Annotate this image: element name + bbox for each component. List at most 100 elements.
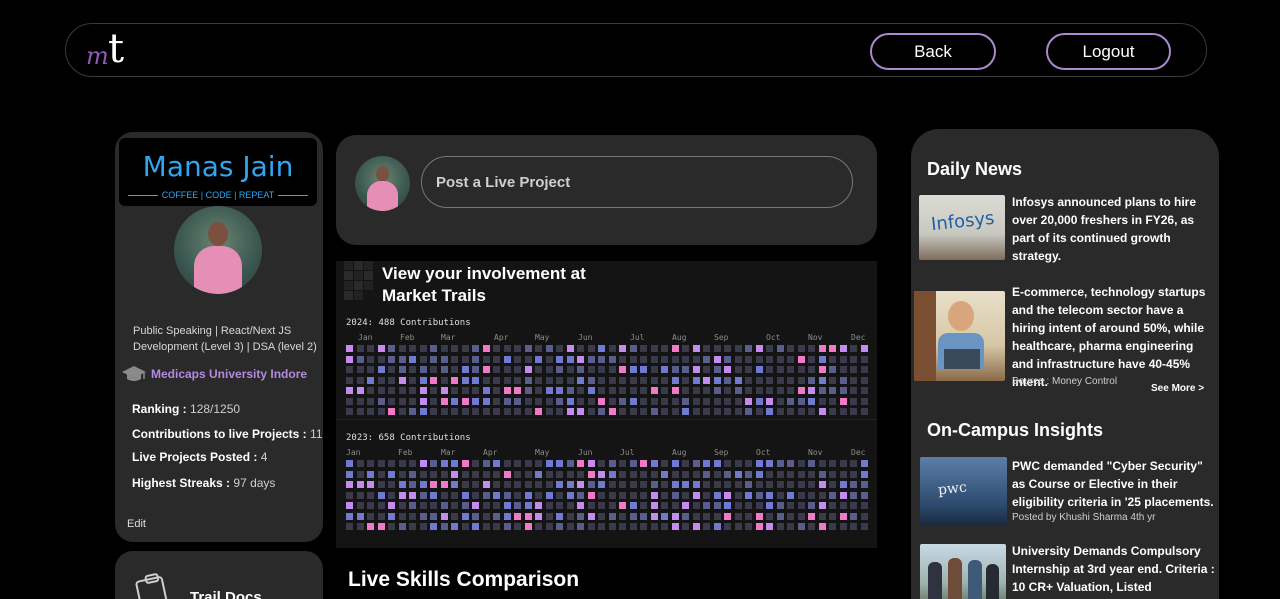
contribution-cell — [409, 481, 417, 489]
month-label: Jan — [358, 333, 373, 342]
contribution-cell — [734, 376, 742, 384]
contribution-cell — [398, 481, 406, 489]
see-more-link[interactable]: See More > — [1151, 383, 1204, 394]
contribution-cell — [619, 502, 627, 510]
contribution-cell — [755, 345, 763, 353]
contribution-cell — [461, 491, 469, 499]
contribution-cell — [682, 366, 690, 374]
contribution-cell — [734, 387, 742, 395]
month-label: Apr — [494, 333, 509, 342]
contribution-cell — [776, 460, 784, 468]
news-item-text[interactable]: E-commerce, technology startups and the … — [1012, 283, 1218, 391]
contribution-cell — [671, 481, 679, 489]
month-label: Feb — [400, 333, 415, 342]
contribution-cell — [535, 397, 543, 405]
contribution-cell — [514, 408, 522, 416]
contribution-cell — [535, 512, 543, 520]
contribution-cell — [713, 387, 721, 395]
contribution-cell — [398, 366, 406, 374]
contribution-cell — [367, 397, 375, 405]
contribution-cell — [556, 481, 564, 489]
contribution-cell — [472, 345, 480, 353]
contribution-cell — [797, 376, 805, 384]
contribution-cell — [776, 355, 784, 363]
contribution-cell — [419, 460, 427, 468]
contribution-cell — [682, 470, 690, 478]
contribution-cell — [524, 345, 532, 353]
contribution-cell — [839, 481, 847, 489]
contribution-cell — [661, 355, 669, 363]
contribution-cell — [503, 470, 511, 478]
contribution-cell — [493, 345, 501, 353]
contribution-cell — [661, 345, 669, 353]
contribution-cell — [430, 345, 438, 353]
university-row[interactable]: Medicaps University Indore — [120, 362, 320, 386]
news-thumbnail[interactable] — [914, 291, 1005, 381]
contribution-cell — [566, 387, 574, 395]
contribution-cell — [608, 355, 616, 363]
news-thumbnail[interactable]: Infosys — [919, 195, 1005, 260]
campus-item-text[interactable]: PWC demanded "Cyber Security" as Course … — [1012, 457, 1218, 511]
contribution-cell — [713, 397, 721, 405]
contribution-cell — [671, 408, 679, 416]
edit-profile-link[interactable]: Edit — [127, 518, 146, 530]
contribution-cell — [755, 376, 763, 384]
contribution-cell — [682, 397, 690, 405]
contribution-cell — [556, 345, 564, 353]
contribution-grid-icon — [344, 261, 373, 300]
contribution-cell — [346, 376, 354, 384]
contribution-cell — [703, 502, 711, 510]
contribution-cell — [608, 512, 616, 520]
contribution-cell — [671, 387, 679, 395]
contribution-cell — [818, 397, 826, 405]
contribution-cell — [703, 345, 711, 353]
contribution-cell — [713, 491, 721, 499]
contribution-cell — [493, 491, 501, 499]
news-thumbnail[interactable]: pwc — [920, 457, 1007, 525]
contribution-cell — [608, 366, 616, 374]
contribution-cell — [734, 523, 742, 531]
contribution-cell — [545, 470, 553, 478]
contribution-cell — [850, 366, 858, 374]
contribution-cell — [829, 491, 837, 499]
contribution-cell — [671, 502, 679, 510]
contribution-cell — [440, 523, 448, 531]
news-thumbnail[interactable] — [920, 544, 1006, 599]
news-item-text[interactable]: Infosys announced plans to hire over 20,… — [1012, 193, 1218, 265]
trail-docs-card[interactable]: Trail Docs — [115, 551, 323, 599]
contribution-cell — [587, 481, 595, 489]
month-label: Dec — [851, 333, 866, 342]
month-label: Aug — [672, 333, 687, 342]
contribution-cell — [640, 376, 648, 384]
month-label: Aug — [672, 448, 687, 457]
contribution-cell — [346, 502, 354, 510]
campus-item-source: Posted by Khushi Sharma 4th yr — [1012, 512, 1156, 523]
contribution-cell — [388, 523, 396, 531]
logout-button[interactable]: Logout — [1046, 33, 1171, 70]
contribution-cell — [797, 345, 805, 353]
contribution-cell — [829, 481, 837, 489]
month-label: May — [535, 333, 550, 342]
contribution-cell — [692, 470, 700, 478]
contribution-cell — [808, 355, 816, 363]
contribution-cell — [766, 397, 774, 405]
profile-banner: Manas Jain COFFEE | CODE | REPEAT — [119, 138, 317, 206]
contribution-cell — [661, 491, 669, 499]
contribution-cell — [745, 397, 753, 405]
contribution-cell — [493, 387, 501, 395]
contribution-cell — [388, 491, 396, 499]
contribution-cell — [472, 512, 480, 520]
contribution-cell — [787, 397, 795, 405]
contribution-cell — [755, 481, 763, 489]
contribution-cell — [682, 460, 690, 468]
app-logo[interactable]: m t — [86, 26, 136, 74]
contribution-cell — [850, 491, 858, 499]
contribution-cell — [692, 523, 700, 531]
contribution-cell — [787, 491, 795, 499]
back-button[interactable]: Back — [870, 33, 996, 70]
post-project-input[interactable] — [421, 156, 853, 208]
contribution-cell — [535, 345, 543, 353]
campus-item-text[interactable]: University Demands Compulsory Internship… — [1012, 542, 1218, 596]
contribution-cell — [619, 387, 627, 395]
contribution-cell — [703, 523, 711, 531]
